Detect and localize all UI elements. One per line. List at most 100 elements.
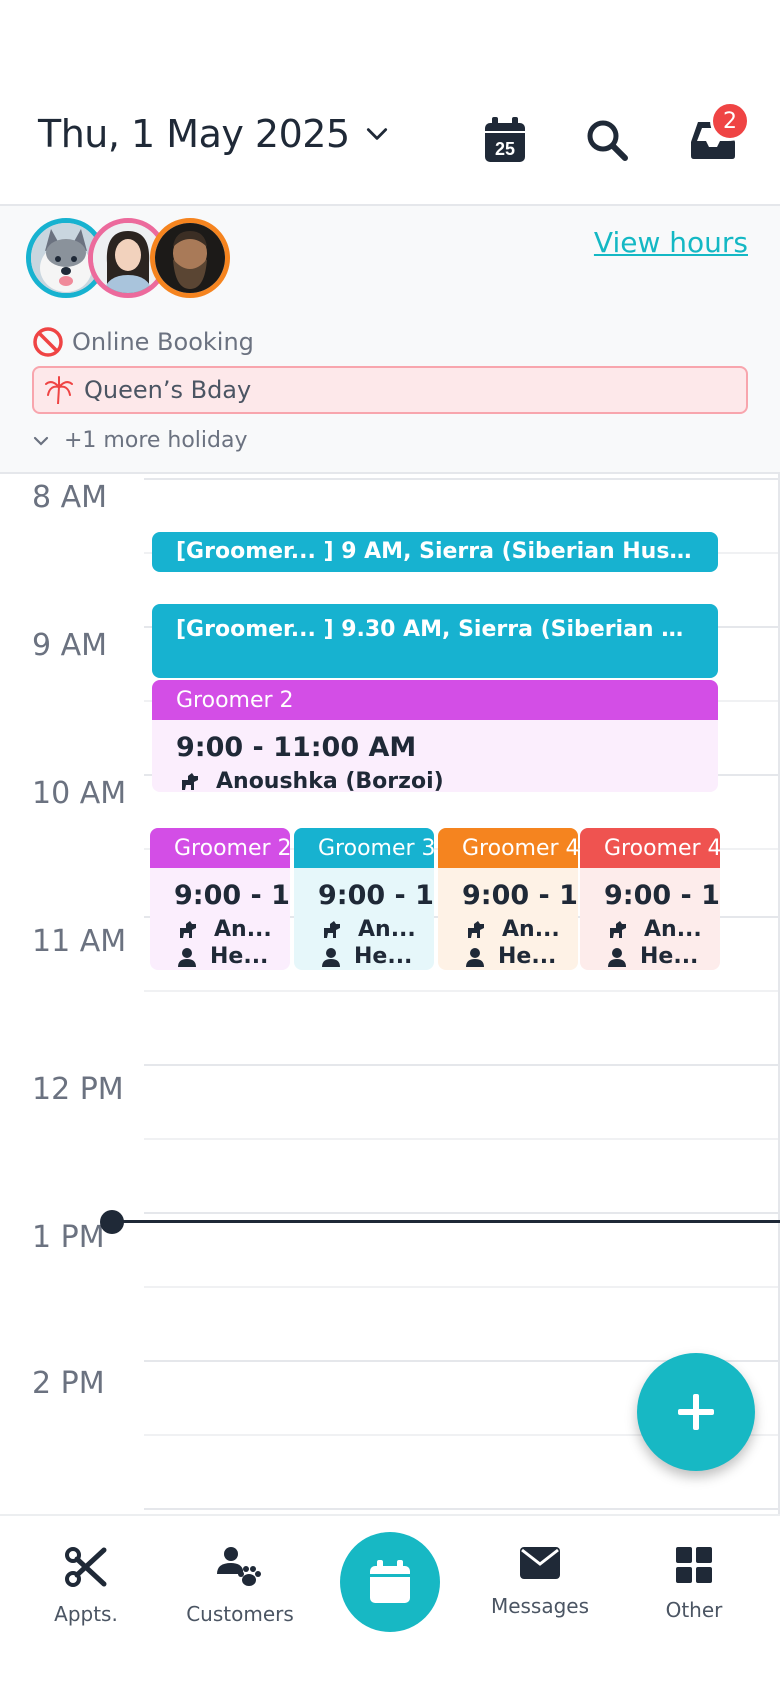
dog-icon — [610, 920, 626, 938]
grid-line — [144, 990, 780, 992]
grid-line — [144, 1064, 780, 1066]
card-pet-label: An... — [644, 917, 702, 942]
appointment-bar[interactable]: [Groomer... ] 9 AM, Sierra (Siberian Hus… — [152, 532, 718, 572]
card-owner-label: He... — [210, 944, 269, 969]
bottom-navigation: Appts. Customers Messages Other — [0, 1514, 780, 1688]
card-pet-label: An... — [214, 917, 272, 942]
holiday-banner[interactable]: Queen’s Bday — [32, 366, 748, 414]
time-label: 10 AM — [32, 776, 127, 811]
current-time-line — [112, 1220, 780, 1223]
online-booking-status: Online Booking — [32, 326, 254, 358]
dog-icon — [180, 920, 196, 938]
card-title: Groomer 3 — [294, 828, 434, 868]
card-title: Groomer 2 — [150, 828, 290, 868]
inbox-button[interactable]: 2 — [688, 101, 750, 165]
time-label: 11 AM — [32, 924, 127, 959]
grid-line — [144, 1508, 780, 1510]
calendar-icon — [370, 1560, 410, 1603]
grid-line — [144, 1138, 780, 1140]
card-pet-label: Anoushka (Borzoi) — [216, 769, 444, 792]
appointment-bar[interactable]: [Groomer... ] 9.30 AM, Sierra (Siberian … — [152, 604, 718, 678]
card-owner-label: He... — [498, 944, 557, 969]
card-time: 9:00 - 11:00 AM — [176, 732, 417, 763]
time-label: 9 AM — [32, 628, 108, 663]
card-pet-label: An... — [358, 917, 416, 942]
palm-tree-icon — [45, 376, 73, 405]
add-appointment-button[interactable] — [637, 1353, 755, 1471]
staff-avatars — [26, 218, 230, 298]
person-icon — [322, 947, 340, 967]
customers-icon — [217, 1547, 261, 1586]
calendar-icon: 25 — [485, 117, 525, 162]
nav-other[interactable]: Other — [629, 1546, 759, 1622]
card-pet: Anoushka (Borzoi) — [152, 769, 718, 792]
card-pet: An... — [580, 917, 720, 942]
appointment-card[interactable]: Groomer 3 9:00 - 11 An... He... — [294, 828, 434, 970]
card-title: Groomer 2 — [152, 680, 718, 720]
nav-calendar[interactable] — [340, 1532, 440, 1632]
card-pet: An... — [294, 917, 434, 942]
appointment-card[interactable]: Groomer 4 9:00 - 11 An... He... — [580, 828, 720, 970]
card-time: 9:00 - 11 — [318, 880, 434, 911]
grid-line — [144, 478, 780, 480]
card-owner: He... — [150, 944, 290, 969]
date-label: Thu, 1 May 2025 — [38, 112, 350, 156]
scissors-icon — [65, 1547, 107, 1587]
time-label: 1 PM — [32, 1220, 105, 1255]
card-owner: He... — [438, 944, 578, 969]
nav-messages[interactable]: Messages — [475, 1546, 605, 1618]
card-owner-label: He... — [354, 944, 413, 969]
more-holidays-toggle[interactable]: +1 more holiday — [32, 428, 248, 453]
card-title: Groomer 4 — [580, 828, 720, 868]
online-booking-label: Online Booking — [72, 328, 254, 356]
calendar-day-number: 25 — [495, 139, 515, 159]
card-title: Groomer 4 — [438, 828, 578, 868]
card-time: 9:00 - 11 — [604, 880, 720, 911]
day-calendar[interactable]: 8 AM 9 AM 10 AM 11 AM 12 PM 1 PM 2 PM [G… — [0, 474, 780, 1514]
holiday-label: Queen’s Bday — [84, 376, 252, 404]
card-pet: An... — [150, 917, 290, 942]
card-pet: An... — [438, 917, 578, 942]
dog-icon — [468, 920, 484, 938]
blocked-icon — [33, 327, 63, 357]
appointment-card[interactable]: Groomer 2 9:00 - 11 An... He... — [150, 828, 290, 970]
person-icon — [608, 947, 626, 967]
person-icon — [466, 947, 484, 967]
calendar-today-button[interactable]: 25 — [480, 115, 530, 165]
time-label: 12 PM — [32, 1072, 124, 1107]
card-owner-label: He... — [640, 944, 699, 969]
time-label: 2 PM — [32, 1366, 105, 1401]
chevron-down-icon — [366, 128, 387, 140]
avatar-man[interactable] — [150, 218, 230, 298]
search-button[interactable] — [582, 115, 632, 165]
nav-appts[interactable]: Appts. — [21, 1546, 151, 1626]
time-label: 8 AM — [32, 480, 108, 515]
person-icon — [178, 947, 196, 967]
nav-other-label: Other — [665, 1598, 723, 1622]
search-icon — [587, 120, 628, 161]
nav-customers[interactable]: Customers — [175, 1546, 305, 1626]
app-header: Thu, 1 May 2025 25 2 — [0, 0, 780, 206]
grid-line — [144, 1286, 780, 1288]
card-pet-label: An... — [502, 917, 560, 942]
nav-appts-label: Appts. — [54, 1602, 118, 1626]
more-holidays-label: +1 more holiday — [64, 428, 248, 453]
appointment-card[interactable]: Groomer 2 9:00 - 11:00 AM Anoushka (Borz… — [152, 680, 718, 792]
staff-panel: View hours Online Booking Queen’s Bday +… — [0, 206, 780, 474]
appointment-card[interactable]: Groomer 4 9:00 - 11 An... He... — [438, 828, 578, 970]
mail-icon — [520, 1547, 560, 1579]
card-time: 9:00 - 11 — [462, 880, 578, 911]
dog-icon — [324, 920, 340, 938]
card-time: 9:00 - 11 — [174, 880, 290, 911]
view-hours-link[interactable]: View hours — [594, 226, 748, 259]
grid-line — [144, 1212, 780, 1214]
grid-icon — [676, 1547, 712, 1583]
chevron-down-icon — [33, 436, 49, 446]
date-selector[interactable]: Thu, 1 May 2025 — [38, 112, 390, 156]
nav-customers-label: Customers — [186, 1602, 294, 1626]
nav-messages-label: Messages — [490, 1594, 590, 1618]
inbox-count-badge: 2 — [710, 101, 750, 141]
card-owner: He... — [294, 944, 434, 969]
plus-icon — [678, 1394, 714, 1430]
dog-icon — [182, 772, 198, 790]
